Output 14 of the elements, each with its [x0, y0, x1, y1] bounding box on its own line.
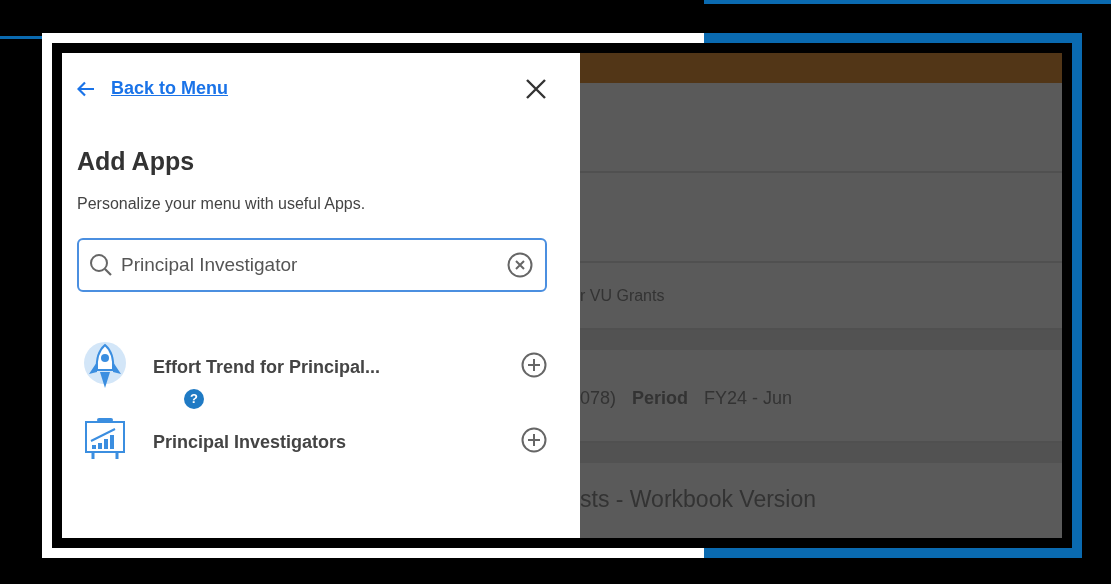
panel-title: Add Apps	[77, 146, 196, 176]
clear-icon[interactable]	[507, 252, 533, 278]
close-icon[interactable]	[525, 77, 547, 100]
back-to-menu-link[interactable]: Back to Menu	[111, 75, 229, 102]
app-name[interactable]: Principal Investigators	[153, 429, 521, 456]
add-icon[interactable]	[521, 427, 547, 453]
search-field[interactable]: Principal Investigator	[77, 238, 547, 292]
app-name[interactable]: Effort Trend for Principal...	[153, 354, 521, 381]
help-icon[interactable]: ?	[184, 389, 204, 409]
presentation-chart-icon	[83, 417, 127, 461]
panel-description: Personalize your menu with useful Apps.	[77, 194, 367, 214]
search-icon	[89, 253, 113, 277]
add-icon[interactable]	[521, 352, 547, 378]
back-arrow-icon[interactable]	[77, 80, 95, 97]
